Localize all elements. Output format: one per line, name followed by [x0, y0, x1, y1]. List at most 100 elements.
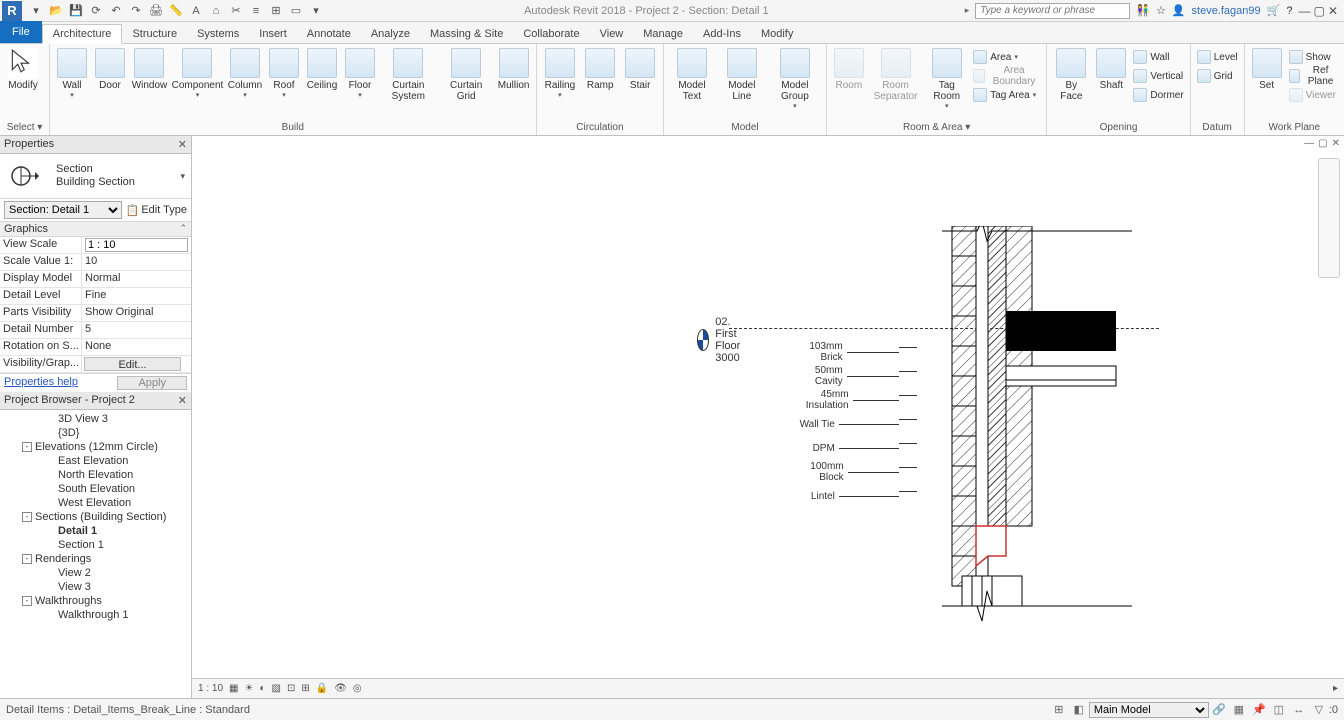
curtain-grid-button[interactable]: Curtain Grid: [439, 46, 494, 104]
dormer-button[interactable]: Dormer: [1131, 86, 1185, 104]
qat-print-icon[interactable]: 🖨: [148, 3, 164, 19]
ramp-button[interactable]: Ramp: [581, 46, 619, 93]
reveal-icon[interactable]: ◎: [353, 683, 362, 694]
expand-icon[interactable]: -: [22, 442, 32, 452]
qat-switch-win-icon[interactable]: ▭: [288, 3, 304, 19]
set-button[interactable]: Set: [1249, 46, 1285, 93]
view-window-controls[interactable]: — ▢ ✕: [1304, 138, 1340, 149]
qat-section-icon[interactable]: ✂: [228, 3, 244, 19]
select-links-icon[interactable]: 🔗: [1211, 702, 1227, 718]
instance-select[interactable]: Section: Detail 1: [4, 201, 122, 219]
annotation[interactable]: 103mm Brick: [792, 340, 899, 364]
tree-node[interactable]: -Elevations (12mm Circle): [4, 440, 191, 454]
group-select-label[interactable]: Select ▾: [4, 121, 45, 135]
type-selector[interactable]: Section Building Section ▾: [0, 154, 191, 199]
tag-area-button[interactable]: Tag Area▾: [971, 86, 1042, 104]
stair-button[interactable]: Stair: [621, 46, 659, 93]
annotation[interactable]: Wall Tie: [792, 412, 899, 436]
expand-icon[interactable]: -: [22, 554, 32, 564]
infocenter-arrow-icon[interactable]: ▸: [965, 5, 970, 16]
ceiling-button[interactable]: Ceiling: [304, 46, 340, 93]
property-value[interactable]: [82, 237, 191, 253]
design-options-select[interactable]: Main Model: [1089, 702, 1209, 718]
qat-thin-lines-icon[interactable]: ≡: [248, 3, 264, 19]
tab-structure[interactable]: Structure: [122, 25, 187, 43]
scale-button[interactable]: 1 : 10: [198, 683, 223, 694]
maximize-button[interactable]: ▢: [1314, 4, 1325, 18]
curtain-system-button[interactable]: Curtain System: [380, 46, 437, 104]
edit-type-button[interactable]: 📋Edit Type: [126, 201, 187, 219]
show-button[interactable]: Show: [1287, 48, 1340, 66]
select-face-icon[interactable]: ◫: [1271, 702, 1287, 718]
tab-view[interactable]: View: [590, 25, 634, 43]
grid-button[interactable]: Grid: [1195, 67, 1240, 85]
railing-button[interactable]: Railing▾: [541, 46, 580, 101]
annotation[interactable]: DPM: [792, 436, 899, 460]
viewer-button[interactable]: Viewer: [1287, 86, 1340, 104]
roof-button[interactable]: Roof▾: [266, 46, 302, 101]
by-face-button[interactable]: By Face: [1051, 46, 1091, 104]
lock-icon[interactable]: 🔒: [316, 683, 328, 694]
tree-node[interactable]: -Sections (Building Section): [4, 510, 191, 524]
tag-room-button[interactable]: Tag Room▾: [924, 46, 969, 112]
shadows-icon[interactable]: ▧: [272, 683, 281, 694]
tree-node[interactable]: View 3: [4, 580, 191, 594]
crop-view-icon[interactable]: ⊡: [287, 683, 295, 694]
sun-path-icon[interactable]: ◐: [259, 683, 265, 694]
expand-icon[interactable]: -: [22, 512, 32, 522]
help-icon[interactable]: ?: [1286, 5, 1292, 17]
view-close-icon[interactable]: ✕: [1332, 138, 1340, 149]
qat-open-file-icon[interactable]: 📂: [48, 3, 64, 19]
tree-node[interactable]: Detail 1: [4, 524, 191, 538]
annotation[interactable]: 50mm Cavity: [792, 364, 899, 388]
annotation[interactable]: Lintel: [792, 484, 899, 508]
model-line-button[interactable]: Model Line: [718, 46, 766, 104]
component-button[interactable]: Component▾: [171, 46, 224, 101]
filter-icon[interactable]: ▽: [1311, 702, 1327, 718]
tab-systems[interactable]: Systems: [187, 25, 249, 43]
search-icon[interactable]: 👫: [1136, 4, 1150, 17]
property-value[interactable]: 10: [82, 254, 191, 270]
property-value[interactable]: Edit...: [84, 357, 181, 371]
sign-in-icon[interactable]: 👤: [1172, 4, 1186, 17]
qat-open-icon[interactable]: ▾: [28, 3, 44, 19]
select-pinned-icon[interactable]: 📌: [1251, 702, 1267, 718]
property-value[interactable]: Normal: [82, 271, 191, 287]
navigation-bar[interactable]: [1318, 158, 1340, 278]
qat-close-inactive-icon[interactable]: ⊞: [268, 3, 284, 19]
temp-hide-icon[interactable]: 👁: [334, 683, 347, 694]
tree-node[interactable]: -Renderings: [4, 552, 191, 566]
wall-button[interactable]: Wall▾: [54, 46, 90, 101]
tree-node[interactable]: View 2: [4, 566, 191, 580]
property-value[interactable]: Show Original: [82, 305, 191, 321]
tab-collaborate[interactable]: Collaborate: [513, 25, 589, 43]
tree-node[interactable]: 3D View 3: [4, 412, 191, 426]
tree-node[interactable]: Walkthrough 1: [4, 608, 191, 622]
tree-node[interactable]: North Elevation: [4, 468, 191, 482]
qat-3d-icon[interactable]: ⌂: [208, 3, 224, 19]
property-value[interactable]: None: [82, 339, 191, 355]
area-boundary-button[interactable]: Area Boundary: [971, 67, 1042, 85]
model-text-button[interactable]: Model Text: [668, 46, 716, 104]
qat-measure-icon[interactable]: 📏: [168, 3, 184, 19]
tree-node[interactable]: East Elevation: [4, 454, 191, 468]
floor-button[interactable]: Floor▾: [342, 46, 378, 101]
select-underlay-icon[interactable]: ▦: [1231, 702, 1247, 718]
room-separator-button[interactable]: Room Separator: [869, 46, 922, 104]
visual-style-icon[interactable]: ☀: [244, 683, 253, 694]
tab-insert[interactable]: Insert: [249, 25, 297, 43]
model-group-button[interactable]: Model Group▾: [768, 46, 822, 112]
door-button[interactable]: Door: [92, 46, 128, 93]
view-min-icon[interactable]: —: [1304, 138, 1314, 149]
level-marker[interactable]: 02. First Floor 3000: [697, 316, 750, 364]
room-button[interactable]: Room: [831, 46, 867, 93]
editable-only-icon[interactable]: ◧: [1071, 702, 1087, 718]
tree-node[interactable]: -Walkthroughs: [4, 594, 191, 608]
wall-opening-button[interactable]: Wall: [1131, 48, 1185, 66]
tab-manage[interactable]: Manage: [633, 25, 693, 43]
crop-region-icon[interactable]: ⊞: [301, 683, 309, 694]
annotation[interactable]: 100mm Block: [792, 460, 899, 484]
properties-help-link[interactable]: Properties help: [4, 376, 78, 390]
user-name[interactable]: steve.fagan99: [1192, 5, 1261, 17]
tab-architecture[interactable]: Architecture: [42, 24, 123, 44]
